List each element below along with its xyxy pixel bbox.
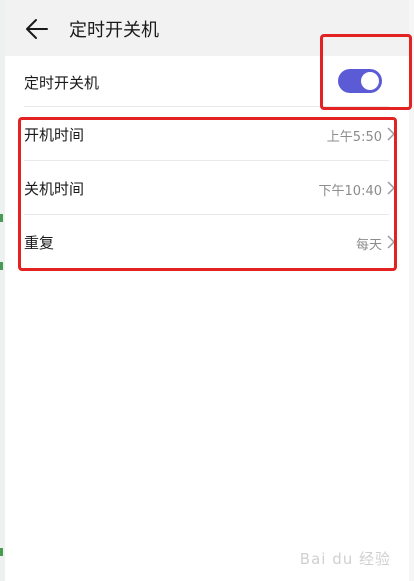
arrow-left-icon[interactable] bbox=[23, 15, 51, 43]
watermark: Bai du 经验 bbox=[300, 548, 391, 569]
settings-screen: 定时开关机 定时开关机 开机时间 上午5:50 关机时间 下午10:40 重复 … bbox=[5, 0, 412, 581]
highlight-box-settings bbox=[18, 117, 397, 271]
edge-marker bbox=[0, 548, 3, 556]
watermark-text: Bai du 经验 bbox=[299, 550, 391, 568]
edge-marker bbox=[0, 214, 3, 222]
scheduled-power-label: 定时开关机 bbox=[24, 74, 100, 92]
page-title: 定时开关机 bbox=[69, 20, 159, 41]
edge-marker bbox=[0, 262, 3, 270]
highlight-box-toggle bbox=[320, 34, 412, 110]
